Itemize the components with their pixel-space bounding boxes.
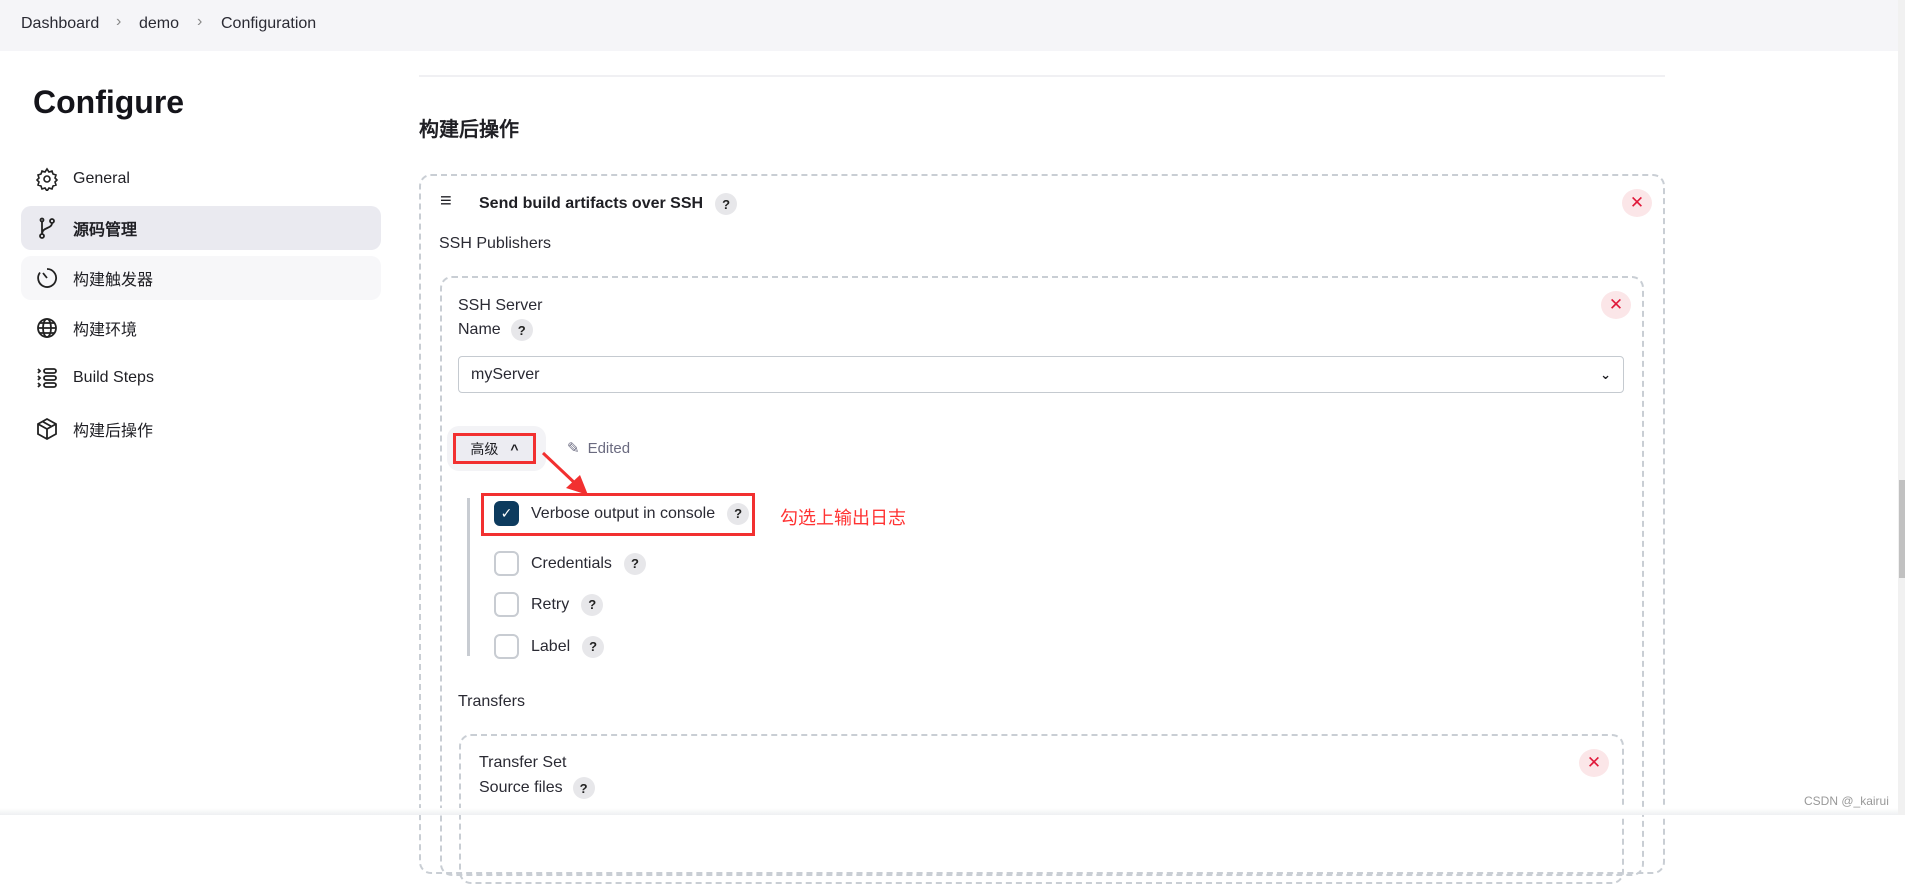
sidebar-item-post-build[interactable]: 构建后操作 bbox=[21, 407, 381, 451]
sidebar-item-general[interactable]: General bbox=[21, 157, 381, 201]
ssh-server-label: SSH Server bbox=[458, 297, 543, 314]
ssh-publishers-label: SSH Publishers bbox=[439, 235, 552, 252]
chevron-right-icon: › bbox=[197, 13, 203, 30]
help-icon[interactable]: ? bbox=[715, 193, 738, 215]
advanced-label: 高级 bbox=[470, 440, 499, 457]
select-value: myServer bbox=[471, 365, 540, 383]
timer-icon bbox=[37, 268, 58, 288]
sidebar-item-triggers[interactable]: 构建触发器 bbox=[21, 256, 381, 300]
branch-icon bbox=[39, 217, 55, 239]
transfer-set-label: Transfer Set bbox=[479, 754, 567, 771]
help-icon[interactable]: ? bbox=[623, 552, 646, 575]
source-files-label: Source files bbox=[479, 779, 563, 796]
sidebar-item-label: General bbox=[73, 170, 130, 187]
source-files-field-label: Source files ? bbox=[479, 777, 595, 799]
watermark: CSDN @_kairui bbox=[1804, 794, 1889, 808]
help-icon[interactable]: ? bbox=[572, 777, 595, 799]
chevron-up-icon: ^ bbox=[510, 440, 519, 457]
sidebar-item-label: 源码管理 bbox=[73, 222, 138, 239]
delete-publisher-button[interactable]: ✕ bbox=[1622, 189, 1652, 217]
breadcrumb-dashboard[interactable]: Dashboard bbox=[21, 15, 99, 33]
sidebar-item-label: Build Steps bbox=[73, 369, 154, 386]
publisher-title: Send build artifacts over SSH bbox=[479, 195, 704, 212]
sidebar-item-label: 构建后操作 bbox=[73, 423, 154, 440]
annotation-text: 勾选上输出日志 bbox=[780, 508, 906, 528]
sidebar-item-scm[interactable]: 源码管理 bbox=[21, 206, 381, 250]
package-icon bbox=[37, 417, 57, 441]
sidebar-item-build-steps[interactable]: Build Steps bbox=[21, 356, 381, 400]
help-icon[interactable]: ? bbox=[582, 635, 605, 658]
sidebar-item-label: 构建触发器 bbox=[73, 272, 154, 289]
publisher-header: Send build artifacts over SSH ? bbox=[479, 193, 738, 215]
option-credentials[interactable]: Credentials ? bbox=[494, 551, 646, 576]
sidebar-item-label: 构建环境 bbox=[73, 322, 138, 339]
name-label: Name bbox=[458, 321, 501, 338]
sidebar-item-environment[interactable]: 构建环境 bbox=[21, 306, 381, 350]
server-name-select[interactable]: myServer ⌄ bbox=[458, 356, 1624, 393]
list-icon bbox=[37, 368, 57, 388]
transfers-label: Transfers bbox=[458, 693, 525, 710]
option-label[interactable]: Label ? bbox=[494, 634, 605, 659]
section-title: 构建后操作 bbox=[419, 119, 519, 141]
option-retry[interactable]: Retry ? bbox=[494, 592, 604, 617]
advanced-section-bar bbox=[467, 498, 470, 656]
name-field-label: Name ? bbox=[458, 319, 533, 341]
option-label-text: Label bbox=[531, 637, 571, 655]
option-verbose[interactable]: ✓ Verbose output in console ? bbox=[494, 501, 750, 526]
chevron-right-icon: › bbox=[116, 13, 122, 30]
verbose-checkbox[interactable]: ✓ bbox=[494, 501, 519, 526]
globe-icon bbox=[37, 318, 57, 338]
delete-transfer-set-button[interactable]: ✕ bbox=[1579, 749, 1609, 777]
delete-server-button[interactable]: ✕ bbox=[1601, 291, 1631, 319]
gear-icon bbox=[35, 167, 59, 191]
page-title: Configure bbox=[33, 84, 185, 120]
label-checkbox[interactable] bbox=[494, 634, 519, 659]
help-icon[interactable]: ? bbox=[727, 502, 750, 525]
help-icon[interactable]: ? bbox=[581, 593, 604, 616]
option-label: Verbose output in console bbox=[531, 504, 716, 522]
help-icon[interactable]: ? bbox=[510, 319, 533, 341]
option-label: Retry bbox=[531, 595, 570, 613]
chevron-down-icon: ⌄ bbox=[1600, 366, 1611, 382]
drag-handle-icon[interactable]: ≡ bbox=[440, 190, 452, 213]
divider bbox=[419, 75, 1665, 77]
breadcrumb-configuration[interactable]: Configuration bbox=[221, 15, 316, 33]
credentials-checkbox[interactable] bbox=[494, 551, 519, 576]
scrollbar-thumb[interactable] bbox=[1899, 480, 1905, 578]
advanced-button[interactable]: 高级 ^ bbox=[453, 433, 536, 464]
page-fade bbox=[0, 808, 1900, 815]
breadcrumb-demo[interactable]: demo bbox=[139, 15, 179, 33]
option-label: Credentials bbox=[531, 554, 612, 572]
breadcrumb-bar: Dashboard › demo › Configuration bbox=[0, 0, 1905, 51]
scrollbar-track[interactable] bbox=[1898, 0, 1905, 815]
retry-checkbox[interactable] bbox=[494, 592, 519, 617]
